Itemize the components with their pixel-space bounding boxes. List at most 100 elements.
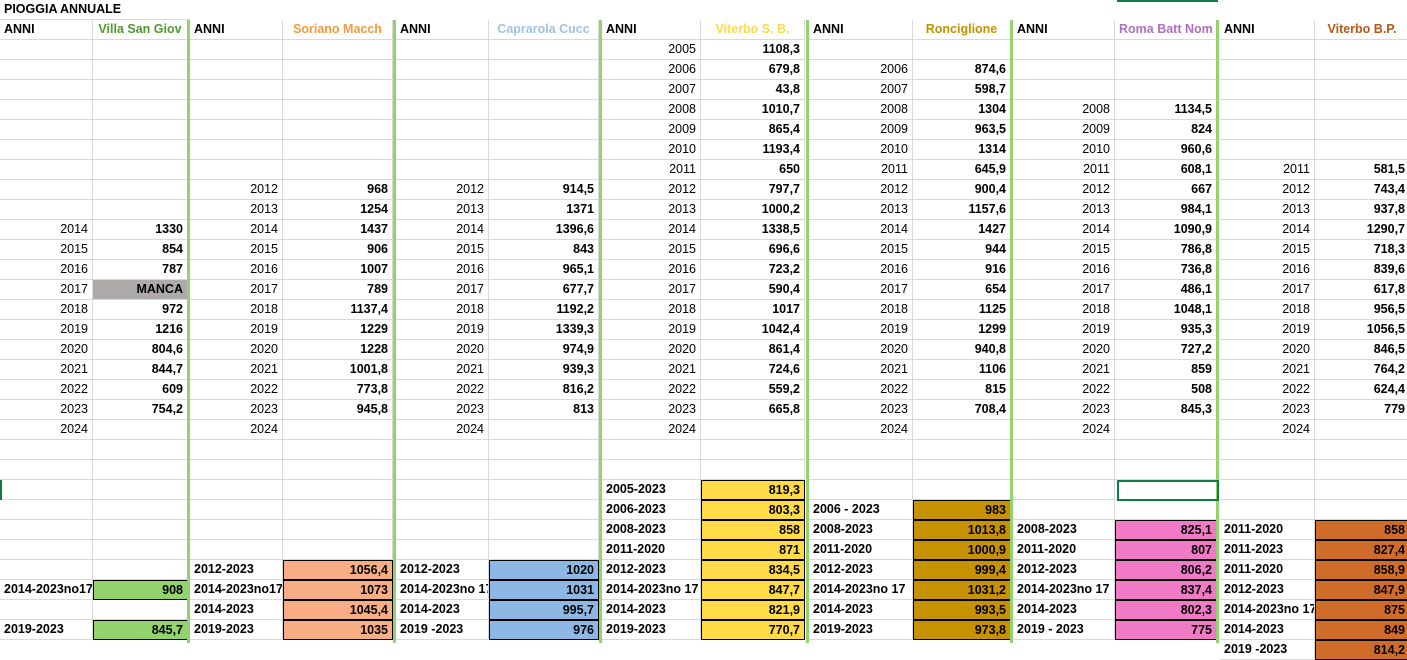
year-cell[interactable]: 2006	[602, 60, 701, 80]
average-value-cell[interactable]: 821,9	[701, 600, 805, 620]
year-cell[interactable]: 2013	[602, 200, 701, 220]
grid-cell[interactable]	[1315, 500, 1407, 520]
grid-cell[interactable]	[1220, 140, 1315, 160]
rain-value-cell[interactable]: 624,4	[1315, 380, 1407, 400]
average-value-cell[interactable]: 1073	[283, 580, 393, 600]
rain-value-cell[interactable]: 839,6	[1315, 260, 1407, 280]
grid-cell[interactable]	[93, 120, 188, 140]
rain-value-cell[interactable]: 968	[283, 180, 393, 200]
average-value-cell[interactable]: 973,8	[913, 620, 1011, 640]
grid-cell[interactable]	[1220, 500, 1315, 520]
year-cell[interactable]: 2024	[396, 420, 489, 440]
year-cell[interactable]: 2022	[0, 380, 93, 400]
rain-value-cell[interactable]: 972	[93, 300, 188, 320]
rain-value-cell[interactable]: 845,3	[1115, 400, 1217, 420]
rain-value-cell[interactable]: 559,2	[701, 380, 805, 400]
grid-cell[interactable]	[1220, 440, 1315, 460]
rain-value-cell[interactable]: 727,2	[1115, 340, 1217, 360]
year-cell[interactable]: 2020	[602, 340, 701, 360]
average-period-label[interactable]: 2019-2023	[602, 620, 701, 640]
average-value-cell[interactable]: 1000,9	[913, 540, 1011, 560]
grid-cell[interactable]	[602, 440, 701, 460]
average-period-label[interactable]: 2019 - 2023	[1013, 620, 1115, 640]
grid-cell[interactable]	[1220, 480, 1315, 500]
average-value-cell[interactable]: 837,4	[1115, 580, 1217, 600]
year-cell[interactable]: 2019	[190, 320, 283, 340]
average-value-cell[interactable]: 983	[913, 500, 1011, 520]
rain-value-cell[interactable]: 764,2	[1315, 360, 1407, 380]
grid-cell[interactable]	[1315, 60, 1407, 80]
rain-value-cell[interactable]	[913, 420, 1011, 440]
sheet-title[interactable]: PIOGGIA ANNUALE	[0, 0, 190, 20]
year-cell[interactable]: 2024	[602, 420, 701, 440]
grid-cell[interactable]	[190, 100, 283, 120]
grid-cell[interactable]	[93, 60, 188, 80]
average-period-label[interactable]: 2012-2023	[190, 560, 283, 580]
rain-value-cell[interactable]: 1042,4	[701, 320, 805, 340]
rain-value-cell[interactable]: 789	[283, 280, 393, 300]
average-period-label[interactable]: 2011-2020	[602, 540, 701, 560]
year-cell[interactable]: 2018	[809, 300, 913, 320]
spreadsheet[interactable]: PIOGGIA ANNUALE ANNI Villa San Giov 2014 13…	[0, 0, 1407, 660]
rain-value-cell[interactable]: 743,4	[1315, 180, 1407, 200]
grid-cell[interactable]	[396, 60, 489, 80]
rain-value-cell[interactable]: 940,8	[913, 340, 1011, 360]
average-period-label[interactable]: 2019-2023	[809, 620, 913, 640]
grid-cell[interactable]	[283, 60, 393, 80]
year-header[interactable]: ANNI	[1013, 20, 1115, 40]
grid-cell[interactable]	[1115, 440, 1217, 460]
year-cell[interactable]: 2014	[0, 220, 93, 240]
rain-value-cell[interactable]: 1228	[283, 340, 393, 360]
year-cell[interactable]: 2024	[1013, 420, 1115, 440]
grid-cell[interactable]	[1315, 460, 1407, 480]
station-name-header[interactable]: Villa San Giov	[93, 20, 188, 40]
grid-cell[interactable]	[0, 80, 93, 100]
average-period-label[interactable]: 2014-2023	[602, 600, 701, 620]
year-cell[interactable]: 2008	[809, 100, 913, 120]
grid-cell[interactable]	[1220, 80, 1315, 100]
rain-value-cell[interactable]: 1338,5	[701, 220, 805, 240]
station-name-header[interactable]: Roma Batt Nom	[1115, 20, 1217, 40]
grid-cell[interactable]	[283, 160, 393, 180]
year-cell[interactable]: 2010	[809, 140, 913, 160]
rain-value-cell[interactable]: 1125	[913, 300, 1011, 320]
rain-value-cell[interactable]: 779	[1315, 400, 1407, 420]
rain-value-cell[interactable]: 1290,7	[1315, 220, 1407, 240]
rain-value-cell[interactable]: 874,6	[913, 60, 1011, 80]
year-cell[interactable]: 2007	[602, 80, 701, 100]
grid-cell[interactable]	[0, 560, 93, 580]
rain-value-cell[interactable]: 1339,3	[489, 320, 599, 340]
average-value-cell[interactable]: 1031	[489, 580, 599, 600]
rain-value-cell[interactable]: 816,2	[489, 380, 599, 400]
grid-cell[interactable]	[190, 60, 283, 80]
rain-value-cell[interactable]: 1134,5	[1115, 100, 1217, 120]
year-cell[interactable]: 2016	[190, 260, 283, 280]
rain-value-cell[interactable]: 916	[913, 260, 1011, 280]
rain-value-cell[interactable]: 43,8	[701, 80, 805, 100]
rain-value-cell[interactable]: 667	[1115, 180, 1217, 200]
grid-cell[interactable]	[1315, 100, 1407, 120]
rain-value-cell[interactable]: 645,9	[913, 160, 1011, 180]
year-cell[interactable]: 2011	[1013, 160, 1115, 180]
grid-cell[interactable]	[396, 40, 489, 60]
average-period-label[interactable]: 2019-2023	[0, 620, 93, 640]
average-value-cell[interactable]: 908	[93, 580, 188, 600]
average-period-label[interactable]: 2008-2023	[809, 520, 913, 540]
average-value-cell[interactable]: 847,9	[1315, 580, 1407, 600]
rain-value-cell[interactable]: 963,5	[913, 120, 1011, 140]
average-value-cell[interactable]: 1056,4	[283, 560, 393, 580]
grid-cell[interactable]	[396, 500, 489, 520]
average-value-cell[interactable]: 858,9	[1315, 560, 1407, 580]
average-value-cell[interactable]: 825,1	[1115, 520, 1217, 540]
rain-value-cell[interactable]: 1330	[93, 220, 188, 240]
rain-value-cell[interactable]: 900,4	[913, 180, 1011, 200]
rain-value-cell[interactable]: 861,4	[701, 340, 805, 360]
year-cell[interactable]: 2016	[0, 260, 93, 280]
year-cell[interactable]: 2023	[0, 400, 93, 420]
average-value-cell[interactable]: 875	[1315, 600, 1407, 620]
year-cell[interactable]: 2021	[1220, 360, 1315, 380]
average-value-cell[interactable]: 775	[1115, 620, 1217, 640]
year-cell[interactable]: 2021	[602, 360, 701, 380]
average-period-label[interactable]: 2014-2023no17	[0, 580, 93, 600]
rain-value-cell[interactable]: 937,8	[1315, 200, 1407, 220]
